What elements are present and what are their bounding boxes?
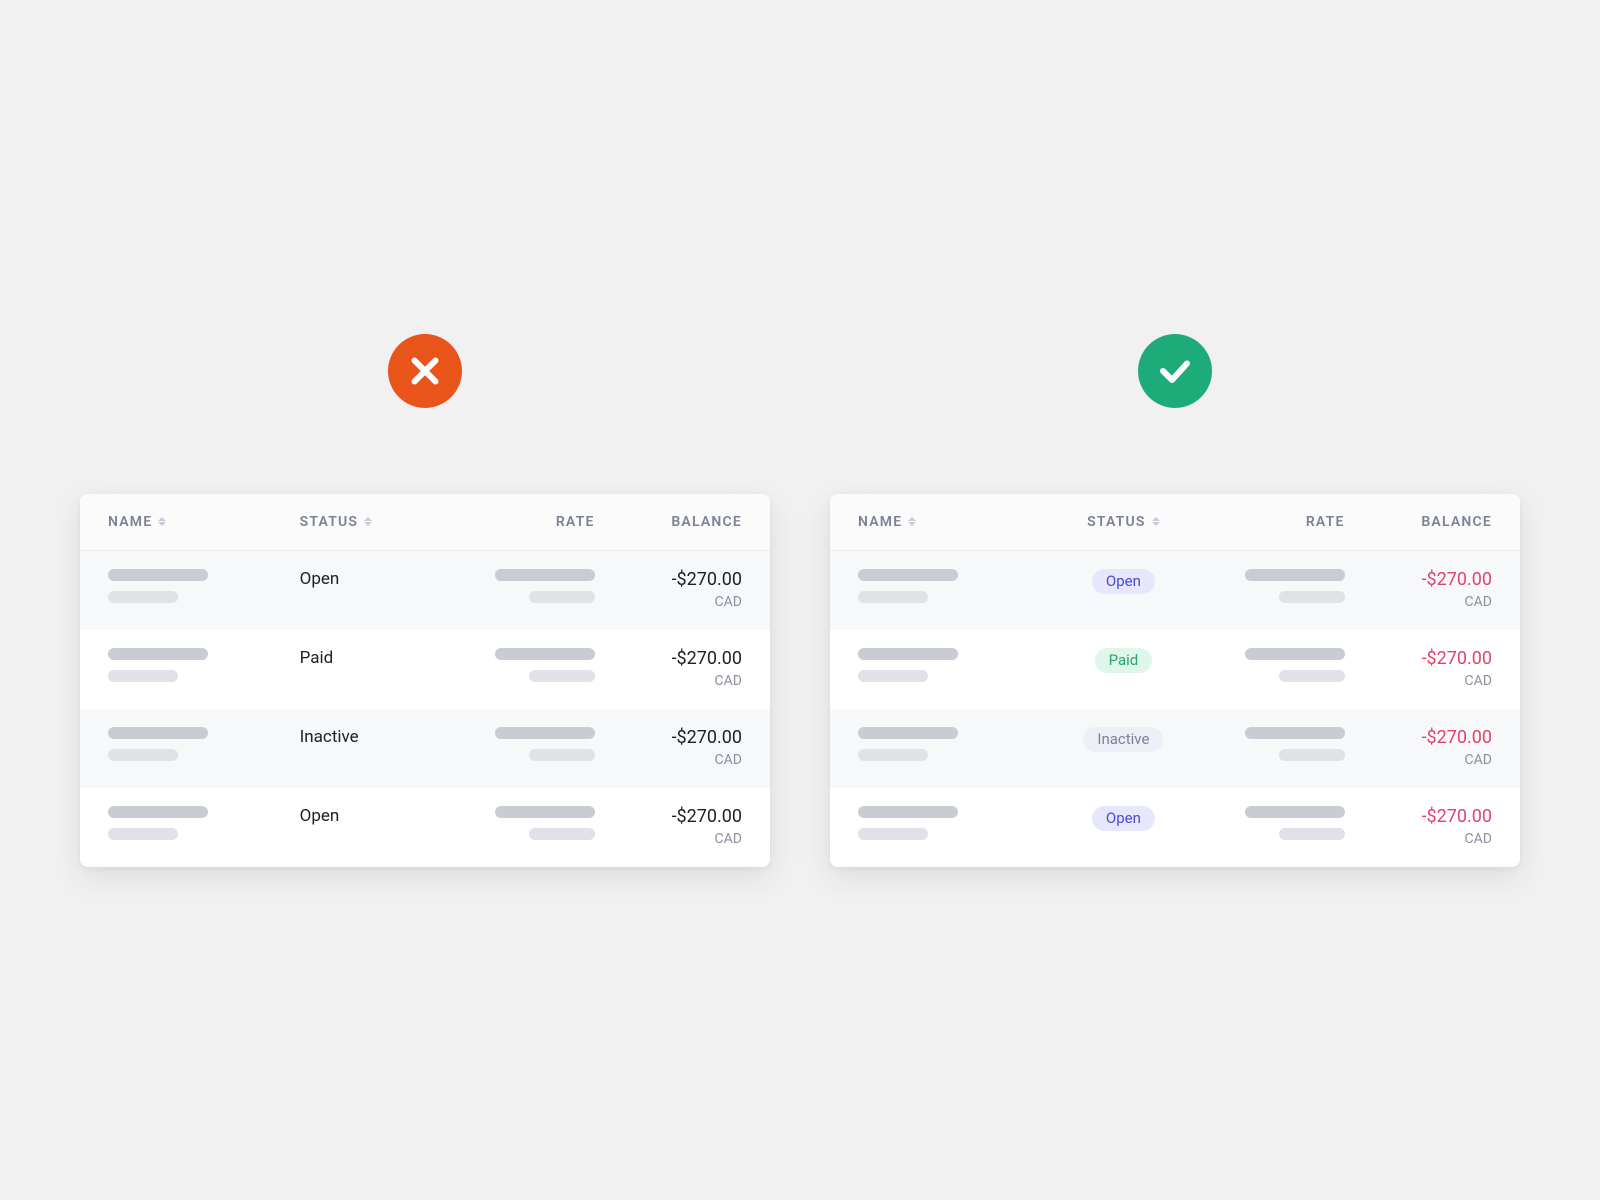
table-card-good: NAME STATUS RATE BALANCE Open -$270.00 C…	[830, 494, 1520, 867]
column-header-rate[interactable]: RATE	[447, 514, 594, 530]
column-header-label: RATE	[1306, 514, 1345, 530]
column-header-label: STATUS	[1087, 514, 1146, 530]
status-text: Paid	[300, 648, 334, 668]
rate-placeholder	[447, 569, 594, 603]
table-row: Paid -$270.00 CAD	[80, 630, 770, 709]
sort-icon	[158, 517, 166, 526]
rate-placeholder	[447, 648, 594, 682]
status-text: Open	[300, 806, 340, 826]
balance-cell: -$270.00 CAD	[1345, 727, 1492, 768]
rate-placeholder	[1197, 806, 1344, 840]
status-badge: Open	[1092, 806, 1155, 831]
balance-cell: -$270.00 CAD	[595, 806, 742, 847]
rate-placeholder	[1197, 569, 1344, 603]
balance-cell: -$270.00 CAD	[595, 648, 742, 689]
x-icon	[388, 334, 462, 408]
balance-currency: CAD	[1345, 831, 1492, 847]
column-header-name[interactable]: NAME	[858, 514, 1050, 530]
table-row: Open -$270.00 CAD	[80, 551, 770, 630]
sort-icon	[1152, 517, 1160, 526]
column-header-label: BALANCE	[671, 514, 742, 530]
balance-currency: CAD	[1345, 594, 1492, 610]
table-header-row: NAME STATUS RATE BALANCE	[80, 494, 770, 551]
name-placeholder	[108, 727, 300, 761]
column-header-rate[interactable]: RATE	[1197, 514, 1344, 530]
column-header-label: NAME	[858, 514, 902, 530]
rate-placeholder	[447, 806, 594, 840]
balance-amount: -$270.00	[1345, 569, 1492, 590]
balance-currency: CAD	[1345, 673, 1492, 689]
table-row: Open -$270.00 CAD	[830, 551, 1520, 630]
table-row: Inactive -$270.00 CAD	[80, 709, 770, 788]
balance-cell: -$270.00 CAD	[1345, 648, 1492, 689]
column-header-balance[interactable]: BALANCE	[595, 514, 742, 530]
name-placeholder	[858, 648, 1050, 682]
name-placeholder	[858, 569, 1050, 603]
status-badge: Paid	[1095, 648, 1153, 673]
balance-currency: CAD	[595, 673, 742, 689]
column-header-name[interactable]: NAME	[108, 514, 300, 530]
rate-placeholder	[1197, 648, 1344, 682]
balance-cell: -$270.00 CAD	[1345, 806, 1492, 847]
table-row: Paid -$270.00 CAD	[830, 630, 1520, 709]
table-row: Open -$270.00 CAD	[80, 788, 770, 867]
check-icon	[1138, 334, 1212, 408]
balance-cell: -$270.00 CAD	[1345, 569, 1492, 610]
column-header-label: NAME	[108, 514, 152, 530]
balance-amount: -$270.00	[1345, 648, 1492, 669]
column-header-status[interactable]: STATUS	[1050, 514, 1197, 530]
column-header-label: STATUS	[300, 514, 359, 530]
rate-placeholder	[447, 727, 594, 761]
balance-currency: CAD	[1345, 752, 1492, 768]
table-row: Inactive -$270.00 CAD	[830, 709, 1520, 788]
rate-placeholder	[1197, 727, 1344, 761]
status-text: Inactive	[300, 727, 359, 747]
status-text: Open	[300, 569, 340, 589]
balance-amount: -$270.00	[595, 569, 742, 590]
balance-cell: -$270.00 CAD	[595, 727, 742, 768]
bad-example-panel: NAME STATUS RATE BALANCE Open -$270.00 C…	[80, 334, 770, 867]
name-placeholder	[108, 648, 300, 682]
column-header-label: BALANCE	[1421, 514, 1492, 530]
status-badge: Inactive	[1083, 727, 1163, 752]
name-placeholder	[108, 806, 300, 840]
column-header-status[interactable]: STATUS	[300, 514, 447, 530]
balance-amount: -$270.00	[595, 806, 742, 827]
name-placeholder	[108, 569, 300, 603]
table-row: Open -$270.00 CAD	[830, 788, 1520, 867]
balance-amount: -$270.00	[595, 727, 742, 748]
balance-cell: -$270.00 CAD	[595, 569, 742, 610]
sort-icon	[908, 517, 916, 526]
balance-amount: -$270.00	[595, 648, 742, 669]
status-badge: Open	[1092, 569, 1155, 594]
name-placeholder	[858, 806, 1050, 840]
table-card-bad: NAME STATUS RATE BALANCE Open -$270.00 C…	[80, 494, 770, 867]
good-example-panel: NAME STATUS RATE BALANCE Open -$270.00 C…	[830, 334, 1520, 867]
name-placeholder	[858, 727, 1050, 761]
balance-currency: CAD	[595, 752, 742, 768]
balance-currency: CAD	[595, 831, 742, 847]
balance-amount: -$270.00	[1345, 727, 1492, 748]
table-header-row: NAME STATUS RATE BALANCE	[830, 494, 1520, 551]
balance-currency: CAD	[595, 594, 742, 610]
column-header-balance[interactable]: BALANCE	[1345, 514, 1492, 530]
sort-icon	[364, 517, 372, 526]
balance-amount: -$270.00	[1345, 806, 1492, 827]
column-header-label: RATE	[556, 514, 595, 530]
